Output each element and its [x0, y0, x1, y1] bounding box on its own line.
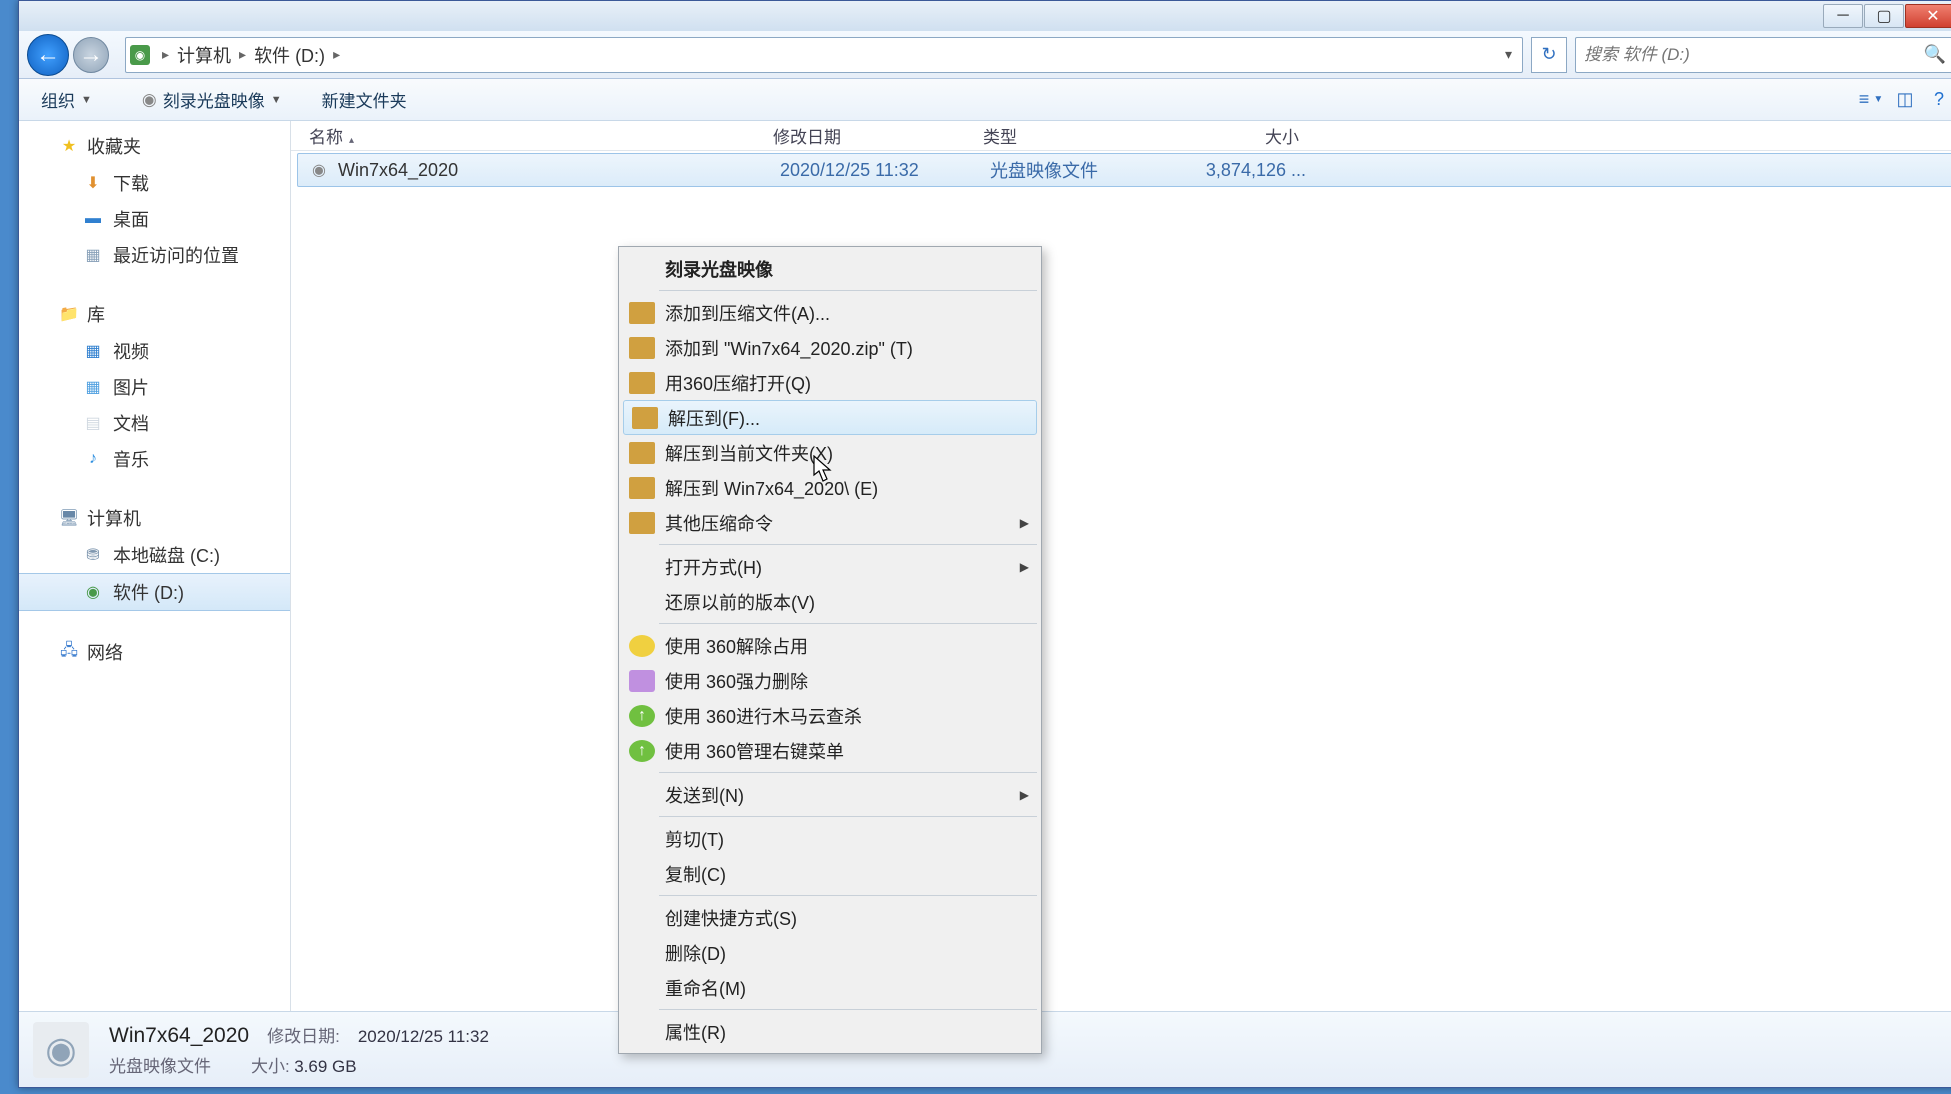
- sidebar-item-pictures[interactable]: ▦图片: [19, 369, 290, 405]
- menu-open-360zip[interactable]: 用360压缩打开(Q): [621, 365, 1039, 400]
- menu-separator: [659, 1009, 1037, 1010]
- sidebar-computer[interactable]: 🖥计算机: [19, 499, 290, 537]
- menu-restore-version[interactable]: 还原以前的版本(V): [621, 584, 1039, 619]
- sidebar-item-downloads[interactable]: ⬇下载: [19, 165, 290, 201]
- file-date: 2020/12/25 11:32: [768, 160, 978, 181]
- context-menu: 刻录光盘映像 添加到压缩文件(A)... 添加到 "Win7x64_2020.z…: [618, 246, 1042, 1054]
- search-box[interactable]: 🔍: [1575, 37, 1951, 73]
- file-row-selected[interactable]: ◉ Win7x64_2020 2020/12/25 11:32 光盘映像文件 3…: [297, 153, 1951, 187]
- back-button[interactable]: ←: [27, 34, 69, 76]
- menu-properties[interactable]: 属性(R): [621, 1014, 1039, 1049]
- breadcrumb-separator: ▸: [329, 46, 344, 63]
- column-headers: 名称▴ 修改日期 类型 大小: [291, 121, 1951, 151]
- organize-button[interactable]: 组织▼: [31, 83, 102, 116]
- status-date-label: 修改日期:: [267, 1022, 340, 1047]
- sidebar-item-video[interactable]: ▦视频: [19, 333, 290, 369]
- menu-separator: [659, 895, 1037, 896]
- menu-burn-image[interactable]: 刻录光盘映像: [621, 251, 1039, 286]
- sidebar-libraries[interactable]: 📁库: [19, 295, 290, 333]
- menu-other-compress[interactable]: 其他压缩命令▶: [621, 505, 1039, 540]
- help-button[interactable]: ?: [1927, 88, 1951, 112]
- view-options-button[interactable]: ≡ ▼: [1859, 88, 1883, 112]
- status-date-value: 2020/12/25 11:32: [358, 1027, 489, 1047]
- drive-icon: ◉: [130, 45, 150, 65]
- sidebar-item-software-d[interactable]: ◉软件 (D:): [19, 573, 290, 611]
- menu-360-force-delete[interactable]: 使用 360强力删除: [621, 663, 1039, 698]
- menu-extract-here[interactable]: 解压到当前文件夹(X): [621, 435, 1039, 470]
- file-iso-icon: ◉: [308, 160, 330, 180]
- menu-360-manage-context[interactable]: ↑使用 360管理右键菜单: [621, 733, 1039, 768]
- refresh-button[interactable]: ↻: [1531, 37, 1567, 73]
- sidebar-item-recent[interactable]: ▦最近访问的位置: [19, 237, 290, 273]
- close-button[interactable]: ✕: [1905, 4, 1951, 28]
- navigation-bar: ← → ◉ ▸ 计算机 ▸ 软件 (D:) ▸ ▾ ↻ 🔍: [19, 31, 1951, 79]
- status-size-label: 大小:: [251, 1057, 290, 1076]
- sidebar-network[interactable]: 🖧网络: [19, 633, 290, 671]
- menu-360-trojan-scan[interactable]: ↑使用 360进行木马云查杀: [621, 698, 1039, 733]
- menu-extract-folder[interactable]: 解压到 Win7x64_2020\ (E): [621, 470, 1039, 505]
- breadcrumb-separator: ▸: [158, 46, 173, 63]
- burn-image-button[interactable]: ◉ 刻录光盘映像▼: [132, 83, 292, 116]
- menu-cut[interactable]: 剪切(T): [621, 821, 1039, 856]
- menu-copy[interactable]: 复制(C): [621, 856, 1039, 891]
- search-icon: 🔍: [1924, 44, 1946, 65]
- address-bar[interactable]: ◉ ▸ 计算机 ▸ 软件 (D:) ▸ ▾: [125, 37, 1523, 73]
- titlebar: ─ ▢ ✕: [19, 1, 1951, 31]
- status-thumbnail-icon: ◉: [33, 1022, 89, 1078]
- file-list-area: 名称▴ 修改日期 类型 大小 ◉ Win7x64_2020 2020/12/25…: [291, 121, 1951, 1011]
- address-dropdown[interactable]: ▾: [1499, 46, 1518, 63]
- sidebar-item-music[interactable]: ♪音乐: [19, 441, 290, 477]
- file-size: 3,874,126 ...: [1188, 160, 1318, 181]
- preview-pane-button[interactable]: ◫: [1893, 88, 1917, 112]
- new-folder-button[interactable]: 新建文件夹: [312, 83, 417, 116]
- search-input[interactable]: [1584, 45, 1924, 65]
- menu-add-archive[interactable]: 添加到压缩文件(A)...: [621, 295, 1039, 330]
- sidebar-favorites[interactable]: ★收藏夹: [19, 127, 290, 165]
- menu-separator: [659, 816, 1037, 817]
- status-type-value: 光盘映像文件: [109, 1052, 211, 1077]
- menu-360-unlock[interactable]: 使用 360解除占用: [621, 628, 1039, 663]
- menu-add-zip[interactable]: 添加到 "Win7x64_2020.zip" (T): [621, 330, 1039, 365]
- navigation-sidebar: ★收藏夹 ⬇下载 ▬桌面 ▦最近访问的位置 📁库 ▦视频 ▦图片 ▤文档 ♪音乐…: [19, 121, 291, 1011]
- sidebar-item-desktop[interactable]: ▬桌面: [19, 201, 290, 237]
- sidebar-item-localdisk-c[interactable]: ⛃本地磁盘 (C:): [19, 537, 290, 573]
- column-date[interactable]: 修改日期: [761, 123, 971, 148]
- file-type: 光盘映像文件: [978, 157, 1188, 183]
- menu-separator: [659, 772, 1037, 773]
- column-type[interactable]: 类型: [971, 123, 1181, 148]
- breadcrumb-separator: ▸: [235, 46, 250, 63]
- toolbar: 组织▼ ◉ 刻录光盘映像▼ 新建文件夹 ≡ ▼ ◫ ?: [19, 79, 1951, 121]
- column-size[interactable]: 大小: [1181, 123, 1311, 148]
- menu-separator: [659, 290, 1037, 291]
- status-size-value: 3.69 GB: [294, 1057, 356, 1076]
- menu-separator: [659, 544, 1037, 545]
- menu-separator: [659, 623, 1037, 624]
- column-name[interactable]: 名称▴: [291, 123, 761, 148]
- breadcrumb-computer[interactable]: 计算机: [173, 42, 235, 68]
- menu-extract-to[interactable]: 解压到(F)...: [623, 400, 1037, 435]
- breadcrumb-location[interactable]: 软件 (D:): [250, 42, 329, 68]
- menu-send-to[interactable]: 发送到(N)▶: [621, 777, 1039, 812]
- minimize-button[interactable]: ─: [1823, 4, 1863, 28]
- menu-create-shortcut[interactable]: 创建快捷方式(S): [621, 900, 1039, 935]
- forward-button[interactable]: →: [73, 37, 109, 73]
- file-name: Win7x64_2020: [338, 160, 768, 181]
- menu-rename[interactable]: 重命名(M): [621, 970, 1039, 1005]
- menu-open-with[interactable]: 打开方式(H)▶: [621, 549, 1039, 584]
- status-filename: Win7x64_2020: [109, 1024, 249, 1048]
- menu-delete[interactable]: 删除(D): [621, 935, 1039, 970]
- maximize-button[interactable]: ▢: [1864, 4, 1904, 28]
- sidebar-item-documents[interactable]: ▤文档: [19, 405, 290, 441]
